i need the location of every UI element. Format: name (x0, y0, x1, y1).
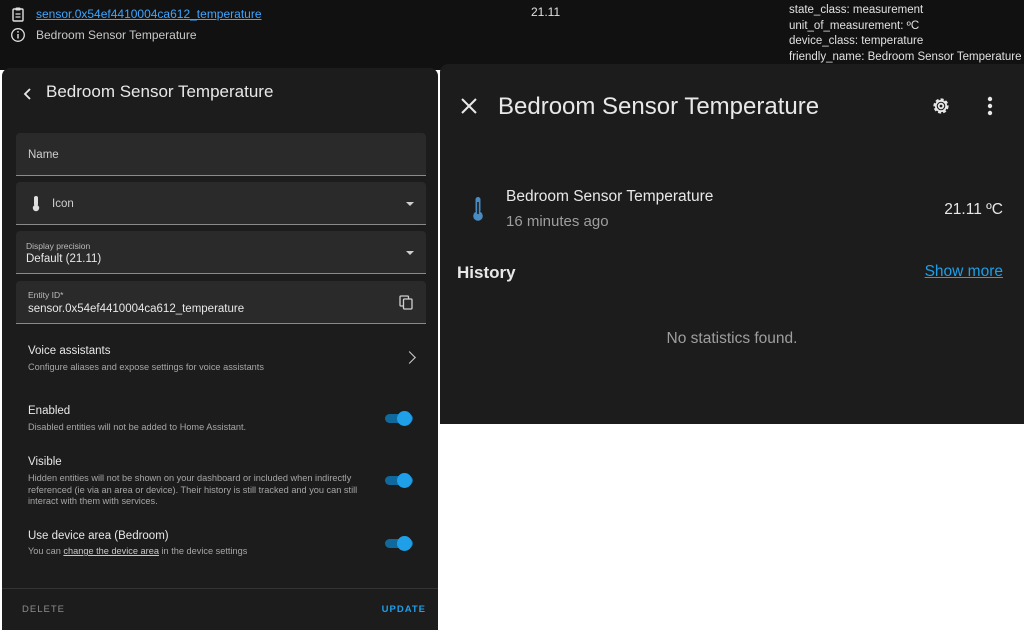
friendly-name-row: Bedroom Sensor Temperature (10, 27, 197, 43)
icon-placeholder: Icon (52, 198, 74, 210)
enabled-desc: Disabled entities will not be added to H… (28, 422, 247, 432)
info-icon[interactable] (10, 27, 26, 43)
enabled-toggle[interactable] (385, 409, 415, 427)
update-button[interactable]: UPDATE (382, 604, 426, 615)
chevron-down-icon (406, 202, 414, 206)
entity-id-link[interactable]: sensor.0x54ef4410004ca612_temperature (36, 7, 262, 21)
voice-assistants-title: Voice assistants (28, 345, 111, 357)
visible-title: Visible (28, 456, 62, 468)
entity-id-label: Entity ID* (28, 290, 64, 300)
close-icon[interactable] (457, 94, 481, 118)
attributes-list: state_class: measurement unit_of_measure… (789, 3, 1021, 65)
clipboard-icon[interactable] (10, 6, 26, 22)
enabled-title: Enabled (28, 405, 71, 417)
attribute-item: friendly_name: Bedroom Sensor Temperatur… (789, 50, 1022, 63)
name-placeholder: Name (28, 149, 59, 161)
device-area-toggle[interactable] (385, 534, 415, 552)
visible-desc: Hidden entities will not be shown on you… (28, 473, 358, 507)
more-info-dialog: Bedroom Sensor Temperature Bedroom Senso… (440, 64, 1024, 424)
delete-button[interactable]: DELETE (22, 604, 65, 615)
entity-state: 21.11 ºC (944, 201, 1003, 218)
display-precision-select[interactable]: Display precision Default (21.11) (16, 231, 426, 274)
entity-settings-dialog: Bedroom Sensor Temperature Name Icon Dis… (2, 68, 438, 630)
states-table-row: sensor.0x54ef4410004ca612_temperature Be… (0, 0, 1024, 70)
device-area-desc: You can change the device area in the de… (28, 546, 248, 556)
friendly-name: Bedroom Sensor Temperature (36, 28, 197, 42)
thermometer-icon (470, 196, 486, 222)
copy-icon[interactable] (399, 295, 413, 315)
chevron-down-icon (406, 251, 414, 255)
entity-id-value: sensor.0x54ef4410004ca612_temperature (28, 303, 245, 315)
gear-icon[interactable] (929, 94, 953, 118)
visible-toggle[interactable] (385, 471, 415, 489)
dialog-title: Bedroom Sensor Temperature (46, 82, 274, 101)
chevron-right-icon[interactable] (403, 351, 416, 364)
device-area-title: Use device area (Bedroom) (28, 530, 169, 542)
display-precision-label: Display precision (26, 241, 91, 251)
more-vert-icon[interactable] (980, 94, 1000, 118)
more-info-title: Bedroom Sensor Temperature (498, 93, 820, 120)
attribute-item: unit_of_measurement: ºC (789, 19, 920, 32)
thermometer-icon (31, 195, 41, 217)
no-statistics-message: No statistics found. (666, 330, 798, 347)
icon-picker[interactable]: Icon (16, 182, 426, 225)
attribute-item: device_class: temperature (789, 35, 924, 47)
show-more-link[interactable]: Show more (925, 263, 1003, 281)
display-precision-value: Default (21.11) (26, 253, 102, 265)
attribute-item: state_class: measurement (789, 4, 924, 16)
name-field[interactable]: Name (16, 133, 426, 176)
history-heading: History (457, 263, 516, 282)
back-arrow-icon (23, 88, 31, 100)
state-value: 21.11 (531, 5, 561, 19)
voice-assistants-desc: Configure aliases and expose settings fo… (28, 362, 264, 372)
last-changed: 16 minutes ago (506, 213, 609, 230)
entity-name: Bedroom Sensor Temperature (506, 188, 714, 205)
back-button[interactable] (16, 82, 40, 106)
change-device-area-link[interactable]: change the device area (63, 546, 159, 556)
dialog-footer: DELETE UPDATE (2, 588, 438, 630)
entity-id-field[interactable]: Entity ID* sensor.0x54ef4410004ca612_tem… (16, 281, 426, 324)
entity-row: sensor.0x54ef4410004ca612_temperature (10, 6, 262, 22)
